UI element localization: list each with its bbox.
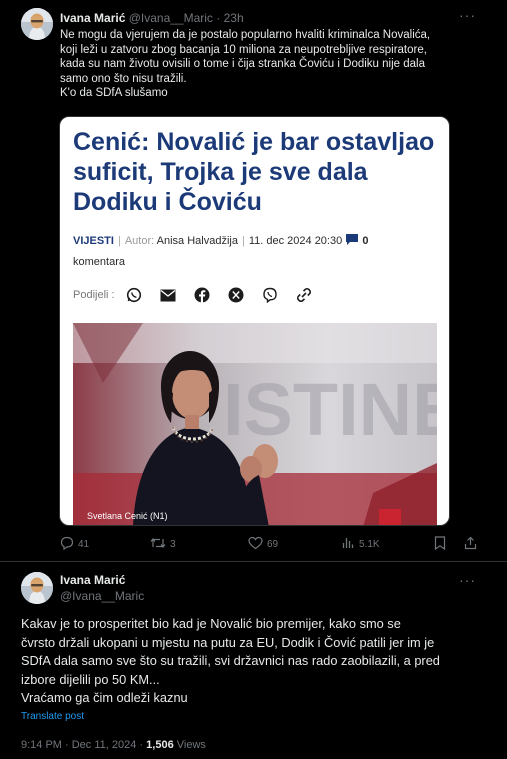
article-title: Cenić: Novalić je bar ostavljao suficit,… bbox=[73, 128, 435, 216]
repost-button[interactable]: 3 bbox=[150, 535, 176, 553]
tweet-text-line: kada su nam životu ovisili o tome i čija… bbox=[60, 58, 425, 70]
views-count: 5.1K bbox=[359, 538, 380, 550]
photo-caption: Svetlana Cenić (N1) bbox=[87, 511, 168, 521]
reply-icon bbox=[60, 536, 74, 553]
tweet-text-line: Vraćamo ga čim odleži kaznu bbox=[21, 690, 188, 705]
tweet-text-line: Kakav je to prosperitet bio kad je Noval… bbox=[21, 616, 401, 631]
share-row: Podijeli : bbox=[73, 285, 329, 305]
article-meta: VIJESTI | Autor: Anisa Halvadžija | 11. dec … bbox=[73, 232, 443, 272]
separator: | bbox=[241, 235, 245, 247]
article-time: 20:30 bbox=[314, 235, 343, 247]
avatar[interactable] bbox=[21, 8, 53, 40]
facebook-icon bbox=[193, 286, 211, 304]
bookmark-button[interactable] bbox=[434, 535, 446, 553]
views-label: Views bbox=[176, 739, 206, 751]
author-handle[interactable]: @Ivana__Maric bbox=[60, 588, 144, 604]
share-icon bbox=[464, 536, 477, 553]
more-options-icon[interactable]: ··· bbox=[459, 573, 476, 587]
tweet-text-line: K'o da SDfA slušamo bbox=[60, 87, 168, 99]
viber-icon bbox=[261, 286, 279, 304]
tweet-text: Ne mogu da vjerujem da je postalo popula… bbox=[60, 28, 460, 101]
share-label: Podijeli : bbox=[73, 289, 115, 301]
email-icon bbox=[159, 286, 177, 304]
tweet-header: Ivana Marić @Ivana__Maric · 23h bbox=[60, 9, 244, 27]
article-photo: ISTINE Svetlan bbox=[73, 323, 437, 525]
studio-backdrop-text: ISTINE bbox=[223, 368, 437, 451]
timestamp[interactable]: 9:14 PM · Dec 11, 2024 bbox=[21, 739, 136, 751]
thread: Ivana Marić @Ivana__Maric · 23h ··· Ne m… bbox=[0, 0, 507, 759]
author-label: Autor: bbox=[124, 235, 155, 247]
tweet-text-line: koji leži u zatvoru zbog bacanja 10 mili… bbox=[60, 43, 427, 56]
link-icon bbox=[295, 286, 313, 304]
repost-icon bbox=[150, 536, 166, 553]
article-date: 11. dec 2024 bbox=[248, 235, 312, 247]
tweet-text-line: SDfA dala samo sve što su tražili, svi d… bbox=[21, 653, 440, 668]
article-category: VIJESTI bbox=[73, 235, 114, 247]
tweet-text-line: čvrsto držali ukopani u mjestu na putu z… bbox=[21, 634, 435, 650]
like-count: 69 bbox=[267, 538, 279, 550]
x-icon bbox=[227, 286, 245, 304]
article-author: Anisa Halvadžija bbox=[156, 235, 238, 247]
action-bar: 41 3 69 5.1K bbox=[60, 535, 480, 553]
reply-button[interactable]: 41 bbox=[60, 535, 89, 553]
comments-count: 0 bbox=[362, 235, 369, 247]
comment-icon bbox=[345, 233, 359, 253]
author-name[interactable]: Ivana Marić bbox=[60, 573, 125, 587]
comments-label: komentara bbox=[73, 256, 125, 268]
repost-count: 3 bbox=[170, 538, 176, 550]
share-button[interactable] bbox=[464, 535, 477, 553]
tweet-1[interactable]: Ivana Marić @Ivana__Maric · 23h ··· Ne m… bbox=[0, 0, 507, 562]
views-count: 1,506 bbox=[146, 739, 174, 751]
tweet-text-line: izbore dijelili po 50 KM... bbox=[21, 671, 160, 687]
tweet-2[interactable]: Ivana Marić @Ivana__Maric ··· Kakav je t… bbox=[0, 563, 507, 759]
views-icon bbox=[342, 536, 355, 552]
timestamp-row: 9:14 PM · Dec 11, 2024 · 1,506 Views bbox=[21, 739, 206, 751]
separator: | bbox=[117, 235, 121, 247]
tweet-text-line: samo ono što nisu tražili. bbox=[60, 72, 187, 85]
translate-link[interactable]: Translate post bbox=[21, 711, 84, 722]
separator: · bbox=[136, 739, 147, 751]
whatsapp-icon bbox=[125, 286, 143, 304]
more-options-icon[interactable]: ··· bbox=[459, 8, 476, 22]
author-name[interactable]: Ivana Marić bbox=[60, 11, 125, 25]
tweet-text-line: Ne mogu da vjerujem da je postalo popula… bbox=[60, 29, 431, 41]
tweet-header: Ivana Marić @Ivana__Maric bbox=[60, 572, 144, 604]
timestamp[interactable]: 23h bbox=[224, 11, 244, 25]
reply-count: 41 bbox=[78, 538, 90, 550]
bookmark-icon bbox=[434, 535, 446, 553]
tweet-text: Kakav je to prosperitet bio kad je Noval… bbox=[21, 615, 491, 708]
author-handle[interactable]: @Ivana__Maric bbox=[129, 11, 213, 25]
heart-icon bbox=[248, 536, 263, 553]
attached-image[interactable]: Cenić: Novalić je bar ostavljao suficit,… bbox=[59, 116, 450, 526]
views-button[interactable]: 5.1K bbox=[342, 535, 380, 553]
like-button[interactable]: 69 bbox=[248, 535, 278, 553]
avatar[interactable] bbox=[21, 572, 53, 604]
meta-separator: · bbox=[212, 11, 224, 25]
